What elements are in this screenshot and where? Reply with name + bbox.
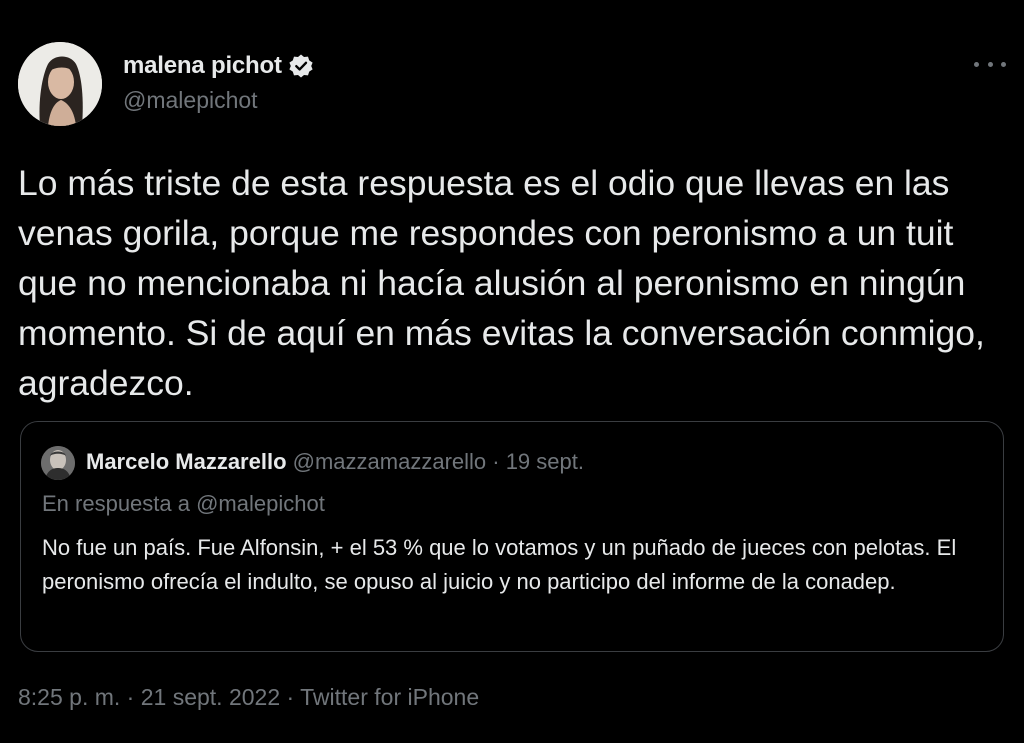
tweet-text: Lo más triste de esta respuesta es el od…: [18, 163, 985, 403]
quoted-text: No fue un país. Fue Alfonsin, + el 53 % …: [42, 535, 957, 594]
tweet-source[interactable]: Twitter for iPhone: [300, 684, 479, 710]
quoted-author-avatar: [41, 446, 75, 480]
quoted-header: Marcelo Mazzarello @mazzamazzarello · 19…: [86, 449, 584, 475]
tweet-card: malena pichot @malepichot Lo más triste …: [0, 0, 1024, 743]
more-dot: [974, 61, 979, 67]
author-handle[interactable]: @malepichot: [123, 87, 258, 114]
author-name[interactable]: malena pichot: [123, 52, 282, 80]
tweet-footer: 8:25 p. m. · 21 sept. 2022 · Twitter for…: [18, 684, 479, 711]
quoted-tweet[interactable]: Marcelo Mazzarello @mazzamazzarello · 19…: [20, 421, 1004, 652]
quoted-reply-to: En respuesta a @malepichot: [42, 491, 325, 516]
more-options-icon[interactable]: [974, 52, 1006, 76]
more-dot: [987, 61, 993, 67]
author-name-row[interactable]: malena pichot: [123, 52, 314, 80]
author-avatar[interactable]: [18, 42, 102, 126]
more-dot: [1001, 61, 1006, 67]
quoted-author-meta: @mazzamazzarello · 19 sept.: [292, 449, 584, 474]
quoted-author-name: Marcelo Mazzarello: [86, 449, 287, 474]
verified-badge-icon: [288, 53, 314, 79]
tweet-timestamp[interactable]: 8:25 p. m. · 21 sept. 2022 ·: [18, 684, 300, 710]
